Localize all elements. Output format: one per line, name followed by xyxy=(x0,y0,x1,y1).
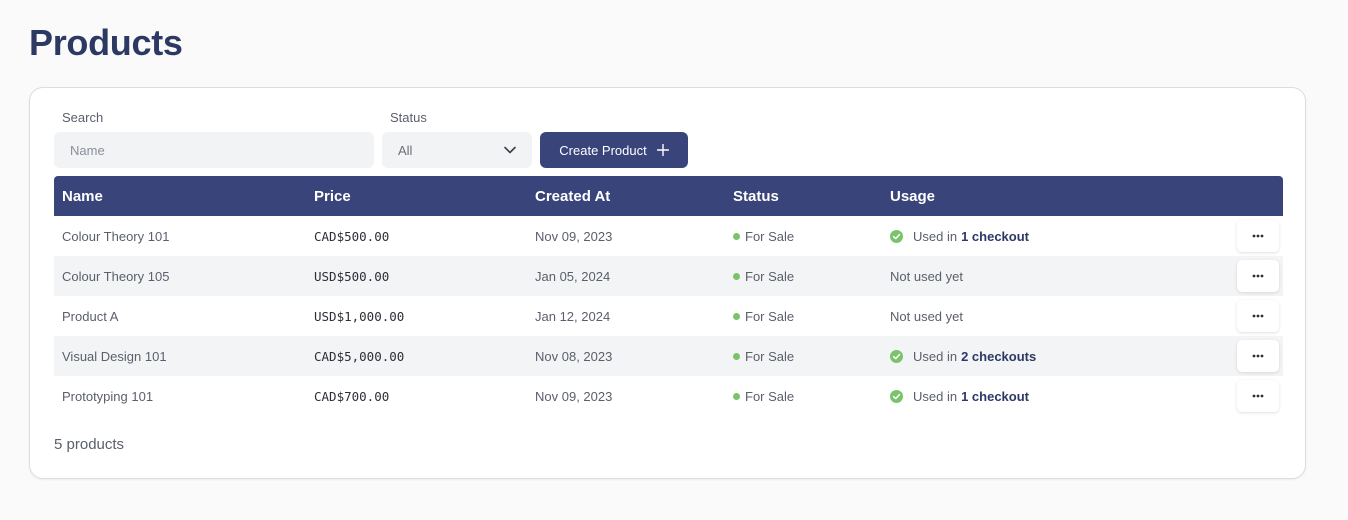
search-label: Search xyxy=(62,110,104,125)
products-card: Search Status All Create Product Name Pr… xyxy=(29,87,1306,479)
usage-prefix: Used in xyxy=(913,348,958,364)
status-select-value: All xyxy=(398,142,413,158)
product-count: 5 products xyxy=(54,436,125,453)
product-name: Colour Theory 101 xyxy=(62,228,170,244)
usage-prefix: Used in xyxy=(913,228,958,244)
table-row: Colour Theory 105 USD$500.00 Jan 05, 2024 F… xyxy=(54,256,1283,296)
row-menu-button[interactable] xyxy=(1237,220,1279,252)
status-text: For Sale xyxy=(745,308,795,324)
products-table: Name Price Created At Status Usage Colou… xyxy=(54,176,1283,416)
row-menu-button[interactable] xyxy=(1237,300,1279,332)
status-text: For Sale xyxy=(745,348,795,364)
status-dot xyxy=(733,392,740,400)
table-row: Product A USD$1,000.00 Jan 12, 2024 For Sal… xyxy=(54,296,1283,336)
row-menu-button[interactable] xyxy=(1237,340,1279,372)
check-circle-icon xyxy=(890,229,903,243)
usage-prefix: Used in xyxy=(913,388,958,404)
status-dot xyxy=(733,352,740,360)
product-created-at: Jan 12, 2024 xyxy=(535,308,611,324)
row-menu-button[interactable] xyxy=(1237,260,1279,292)
search-input[interactable] xyxy=(54,132,374,168)
table-row: Prototyping 101 CAD$700.00 Nov 09, 2023 For… xyxy=(54,376,1283,416)
product-name: Prototyping 101 xyxy=(62,388,154,404)
product-name: Product A xyxy=(62,308,119,324)
column-header-created-at[interactable]: Created At xyxy=(535,176,610,216)
product-status: For Sale xyxy=(733,216,794,256)
check-circle-icon xyxy=(890,349,903,363)
plus-icon xyxy=(656,144,669,156)
table-body: Colour Theory 101 CAD$500.00 Nov 09, 2023 F… xyxy=(54,216,1283,416)
row-actions xyxy=(1237,216,1279,256)
usage-count: 1 checkout xyxy=(961,228,1029,244)
more-horizontal-icon xyxy=(1252,274,1264,278)
product-price: USD$500.00 xyxy=(314,268,390,284)
table-header: Name Price Created At Status Usage xyxy=(54,176,1283,216)
status-text: For Sale xyxy=(745,388,795,404)
row-actions xyxy=(1237,296,1279,336)
column-header-status[interactable]: Status xyxy=(733,176,779,216)
status-select[interactable]: All xyxy=(382,132,532,168)
chevron-down-icon xyxy=(504,146,516,154)
product-price: CAD$500.00 xyxy=(314,228,390,244)
product-usage: Not used yet xyxy=(890,256,963,296)
more-horizontal-icon xyxy=(1252,314,1264,318)
more-horizontal-icon xyxy=(1252,234,1264,238)
row-actions xyxy=(1237,376,1279,416)
product-name: Colour Theory 105 xyxy=(62,268,170,284)
more-horizontal-icon xyxy=(1252,354,1264,358)
product-price: USD$1,000.00 xyxy=(314,308,405,324)
table-row: Colour Theory 101 CAD$500.00 Nov 09, 2023 F… xyxy=(54,216,1283,256)
product-status: For Sale xyxy=(733,376,794,416)
product-status: For Sale xyxy=(733,296,794,336)
product-created-at: Nov 08, 2023 xyxy=(535,348,613,364)
product-created-at: Nov 09, 2023 xyxy=(535,228,613,244)
row-menu-button[interactable] xyxy=(1237,380,1279,412)
status-text: For Sale xyxy=(745,228,795,244)
usage-text: Not used yet xyxy=(890,268,963,284)
usage-text: Not used yet xyxy=(890,308,963,324)
product-status: For Sale xyxy=(733,336,794,376)
table-row: Visual Design 101 CAD$5,000.00 Nov 08, 202… xyxy=(54,336,1283,376)
product-usage: Used in 1 checkout xyxy=(890,216,1029,256)
status-label: Status xyxy=(390,110,427,125)
create-product-button[interactable]: Create Product xyxy=(540,132,688,168)
status-text: For Sale xyxy=(745,268,795,284)
product-usage: Used in 1 checkout xyxy=(890,376,1029,416)
create-product-label: Create Product xyxy=(559,142,647,158)
usage-count: 2 checkouts xyxy=(961,348,1037,364)
status-dot xyxy=(733,232,740,240)
product-price: CAD$700.00 xyxy=(314,388,390,404)
column-header-usage[interactable]: Usage xyxy=(890,176,935,216)
check-circle-icon xyxy=(890,389,903,403)
usage-count: 1 checkout xyxy=(961,388,1029,404)
row-actions xyxy=(1237,336,1279,376)
product-name: Visual Design 101 xyxy=(62,348,167,364)
product-price: CAD$5,000.00 xyxy=(314,348,405,364)
product-created-at: Nov 09, 2023 xyxy=(535,388,613,404)
page-title: Products xyxy=(29,22,183,63)
more-horizontal-icon xyxy=(1252,394,1264,398)
column-header-name[interactable]: Name xyxy=(62,176,103,216)
column-header-price[interactable]: Price xyxy=(314,176,351,216)
product-created-at: Jan 05, 2024 xyxy=(535,268,611,284)
product-usage: Not used yet xyxy=(890,296,963,336)
status-dot xyxy=(733,272,740,280)
row-actions xyxy=(1237,256,1279,296)
product-status: For Sale xyxy=(733,256,794,296)
status-dot xyxy=(733,312,740,320)
product-usage: Used in 2 checkouts xyxy=(890,336,1036,376)
